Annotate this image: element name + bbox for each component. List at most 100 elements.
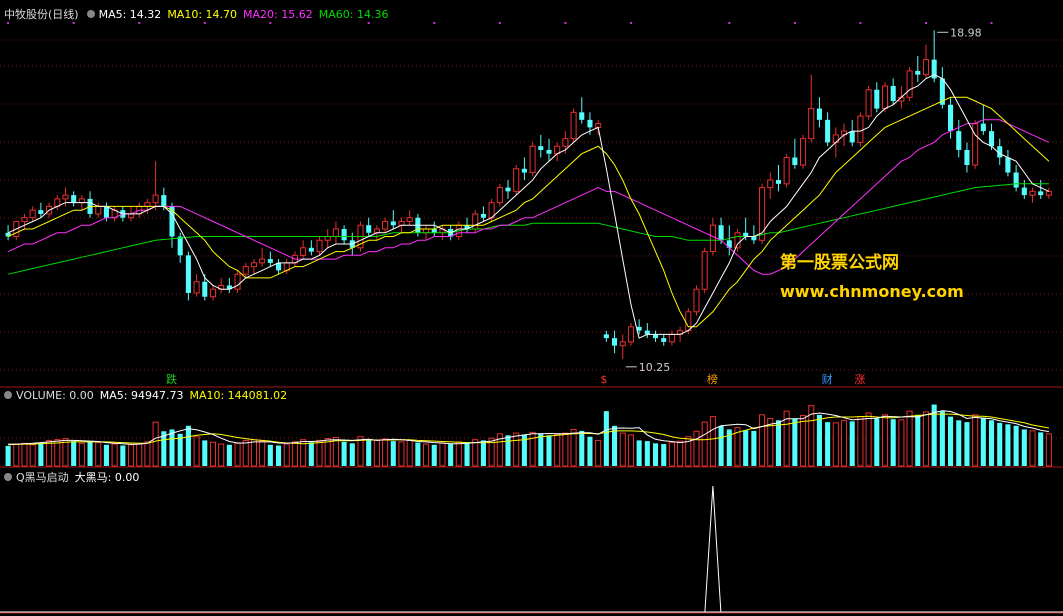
collapse-icon[interactable] bbox=[86, 10, 95, 18]
candle-body bbox=[627, 326, 634, 343]
candle-body bbox=[366, 225, 372, 233]
candle-body bbox=[472, 213, 479, 230]
candle-body bbox=[570, 111, 577, 140]
volume-bar bbox=[743, 430, 749, 466]
volume-bar bbox=[202, 440, 208, 466]
volume-bar bbox=[840, 419, 848, 467]
volume-bar bbox=[881, 414, 889, 467]
volume-bar bbox=[193, 436, 200, 467]
volume-ma5-label: MA5: 94947.73 bbox=[99, 389, 184, 402]
candle-body bbox=[595, 123, 602, 128]
candle-body bbox=[718, 225, 724, 241]
candle-body bbox=[1045, 190, 1052, 196]
candle-body bbox=[423, 228, 430, 234]
volume-bar bbox=[587, 436, 593, 466]
volume-bar bbox=[562, 432, 569, 467]
candle-body bbox=[209, 288, 217, 298]
volume-bar bbox=[816, 414, 822, 466]
volume-bar bbox=[291, 441, 298, 467]
candle-body bbox=[382, 220, 389, 230]
collapse-icon[interactable] bbox=[4, 391, 12, 399]
candle-body bbox=[267, 259, 273, 263]
volume-bar bbox=[636, 440, 642, 466]
candle-body bbox=[825, 119, 831, 143]
volume-bar bbox=[1005, 424, 1011, 466]
candle-body bbox=[521, 168, 527, 173]
candle-body bbox=[890, 85, 896, 102]
volume-bar bbox=[332, 436, 339, 467]
volume-bar bbox=[120, 445, 126, 466]
volume-bar bbox=[366, 439, 372, 466]
volume-bar bbox=[267, 444, 273, 466]
volume-header: VOLUME: 0.00 MA5: 94947.73 MA10: 144081.02 bbox=[4, 389, 293, 402]
volume-bar bbox=[29, 444, 36, 467]
volume-bar bbox=[939, 411, 945, 466]
event-dot bbox=[990, 22, 993, 24]
candle-body bbox=[922, 59, 930, 76]
candle-body bbox=[38, 210, 44, 214]
volume-bar bbox=[701, 421, 708, 467]
volume-bar bbox=[423, 443, 430, 467]
candle-body bbox=[562, 138, 569, 147]
volume-bar bbox=[997, 422, 1003, 466]
volume-bar bbox=[709, 416, 716, 467]
volume-bar bbox=[398, 441, 405, 467]
volume-bar bbox=[71, 441, 77, 466]
candle-body bbox=[751, 236, 757, 241]
candle-body bbox=[661, 338, 667, 342]
candle-body bbox=[324, 236, 331, 241]
event-dot bbox=[269, 22, 272, 24]
volume-bar bbox=[464, 442, 470, 466]
volume-bar bbox=[661, 444, 667, 466]
candle-body bbox=[1029, 190, 1036, 196]
candle-body bbox=[874, 89, 880, 109]
volume-bar bbox=[980, 417, 986, 466]
volume-bar bbox=[652, 443, 659, 466]
candle-body bbox=[390, 221, 396, 226]
volume-bar bbox=[455, 441, 462, 467]
candle-body bbox=[915, 70, 921, 75]
price-header: 中牧股份(日线) MA5: 14.32 MA10: 14.70 MA20: 15.62… bbox=[4, 6, 394, 22]
volume-bar bbox=[38, 442, 44, 466]
candle-body bbox=[505, 187, 511, 192]
event-marker: 跌 bbox=[166, 372, 177, 386]
collapse-icon[interactable] bbox=[4, 473, 12, 481]
candle-body bbox=[612, 338, 618, 346]
volume-bar bbox=[1021, 429, 1027, 466]
candle-body bbox=[709, 224, 716, 253]
volume-bar bbox=[964, 422, 970, 466]
event-dot bbox=[138, 22, 141, 24]
candle-body bbox=[668, 333, 675, 343]
candle-body bbox=[193, 281, 200, 294]
candle-body bbox=[431, 228, 437, 233]
candle-body bbox=[546, 149, 552, 154]
volume-bar bbox=[472, 439, 479, 467]
volume-bar bbox=[538, 433, 544, 466]
candle-body bbox=[29, 209, 36, 219]
volume-bar bbox=[209, 441, 217, 467]
volume-bar bbox=[1038, 432, 1044, 466]
event-dot bbox=[367, 22, 370, 24]
candle-body bbox=[948, 104, 954, 132]
volume-bar bbox=[915, 414, 921, 466]
ma60-label: MA60: 14.36 bbox=[318, 8, 389, 21]
event-dot bbox=[793, 22, 796, 24]
indicator-name: Q黑马启动 bbox=[16, 471, 69, 484]
candle-body bbox=[332, 228, 339, 238]
volume-bar bbox=[276, 445, 282, 466]
candle-body bbox=[185, 255, 191, 293]
volume-bar bbox=[832, 422, 839, 467]
volume-bar bbox=[21, 442, 28, 467]
candle-body bbox=[161, 195, 167, 207]
candle-body bbox=[619, 341, 626, 347]
candle-body bbox=[259, 258, 266, 264]
volume-bar bbox=[46, 439, 53, 467]
event-dot bbox=[203, 22, 206, 24]
stock-chart: 18.98 10.25 跌 $ 榜 财 涨 bbox=[0, 22, 1063, 614]
candle-body bbox=[644, 330, 650, 335]
candle-body bbox=[513, 168, 520, 192]
event-dot bbox=[859, 22, 862, 24]
volume-bar bbox=[431, 444, 437, 466]
volume-bar bbox=[242, 439, 249, 467]
candle-body bbox=[234, 273, 241, 290]
